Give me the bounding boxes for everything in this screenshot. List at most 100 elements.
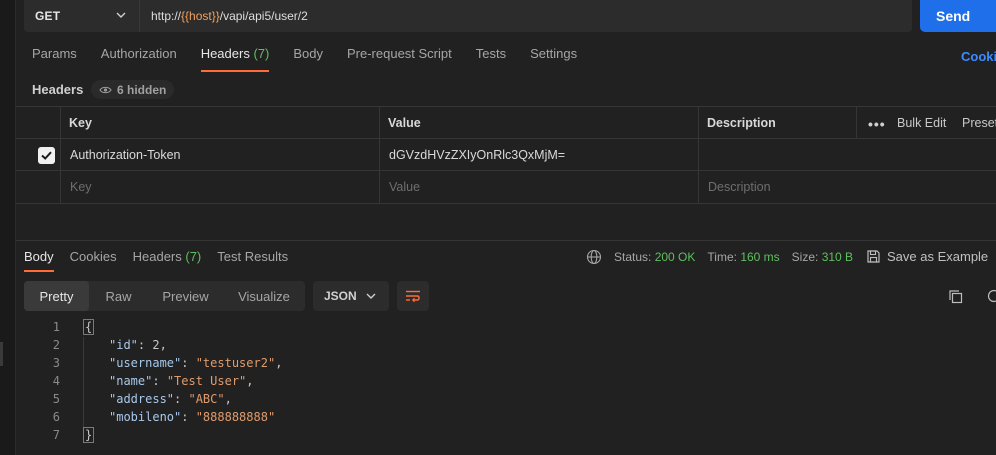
- json-comma: ,: [159, 338, 167, 352]
- json-separator: :: [181, 356, 196, 370]
- method-label: GET: [35, 9, 61, 23]
- tab-settings-label: Settings: [530, 46, 578, 61]
- cookies-link[interactable]: Cooki: [961, 49, 996, 64]
- copy-icon[interactable]: [948, 289, 964, 305]
- time-label: Time:: [707, 250, 737, 264]
- view-mode-toggle: Pretty Raw Preview Visualize: [24, 281, 305, 311]
- view-preview[interactable]: Preview: [148, 281, 223, 311]
- response-tab-body[interactable]: Body: [24, 249, 54, 272]
- line-number: 6: [52, 410, 60, 424]
- tab-headers-label: Headers: [200, 46, 250, 61]
- line-number: 5: [52, 392, 60, 406]
- header-value-cell[interactable]: dGVzdHVzZXIyOnRlc3QxMjM=: [389, 139, 565, 171]
- wrap-lines-button[interactable]: [397, 281, 429, 311]
- size-value: 310 B: [821, 250, 854, 264]
- value-placeholder-input[interactable]: Value: [389, 171, 420, 203]
- table-row: Authorization-Token dGVzdHVzZXIyOnRlc3Qx…: [16, 139, 996, 171]
- code-line: 1{: [24, 318, 95, 336]
- response-tabs: Body Cookies Headers (7) Test Results: [24, 249, 304, 272]
- line-number: 3: [52, 356, 60, 370]
- tab-authorization[interactable]: Authorization: [101, 46, 177, 70]
- gutter-marker: [0, 342, 3, 366]
- wrap-lines-icon: [406, 290, 420, 303]
- format-select[interactable]: JSON: [313, 281, 389, 311]
- view-visualize[interactable]: Visualize: [223, 281, 305, 311]
- tab-body-label: Body: [293, 46, 323, 61]
- json-key: "mobileno": [109, 410, 182, 424]
- response-divider: [16, 240, 996, 241]
- table-header-row: Key Value Description ••• Bulk Edit Pres…: [16, 107, 996, 139]
- status-value: 200 OK: [654, 250, 696, 264]
- url-input[interactable]: http://{{host}}/vapi/api5/user/2: [140, 0, 912, 32]
- response-tab-headers-label: Headers: [132, 249, 182, 264]
- json-comma: ,: [246, 374, 254, 388]
- status-label: Status:: [614, 250, 652, 264]
- code-line: 5 "address": "ABC",: [24, 390, 232, 408]
- json-value: "testuser2": [195, 356, 276, 370]
- json-key: "address": [109, 392, 175, 406]
- code-line: 4 "name": "Test User",: [24, 372, 254, 390]
- json-separator: :: [152, 374, 167, 388]
- code-line: 7}: [24, 426, 95, 444]
- format-select-label: JSON: [324, 289, 357, 303]
- line-number: 4: [52, 374, 60, 388]
- line-number: 2: [52, 338, 60, 352]
- globe-icon[interactable]: [586, 249, 602, 265]
- hidden-headers-toggle[interactable]: 6 hidden: [91, 80, 175, 99]
- checkmark-icon: [41, 151, 52, 160]
- more-options-icon[interactable]: •••: [868, 116, 886, 132]
- line-number: 1: [52, 320, 60, 334]
- tab-body[interactable]: Body: [293, 46, 323, 70]
- eye-icon: [99, 86, 112, 93]
- tab-tests-label: Tests: [475, 46, 507, 61]
- json-separator: :: [181, 410, 196, 424]
- tab-authorization-label: Authorization: [100, 46, 177, 61]
- time-value: 160 ms: [740, 250, 780, 264]
- presets-button[interactable]: Preset: [962, 107, 996, 139]
- tab-pre-request-script[interactable]: Pre-request Script: [347, 46, 452, 70]
- line-number: 7: [52, 428, 60, 442]
- tab-headers-count: (7): [253, 46, 270, 61]
- size-label: Size:: [791, 250, 819, 264]
- view-pretty[interactable]: Pretty: [24, 281, 89, 311]
- open-brace: {: [83, 319, 95, 335]
- code-line: 2 "id": 2,: [24, 336, 167, 354]
- tab-params[interactable]: Params: [32, 46, 77, 70]
- tab-settings[interactable]: Settings: [530, 46, 577, 70]
- method-select[interactable]: GET: [24, 0, 140, 32]
- json-value: 2: [152, 338, 160, 352]
- send-button[interactable]: Send: [920, 0, 996, 32]
- response-headers-count: (7): [185, 249, 202, 264]
- url-suffix: /vapi/api5/user/2: [219, 9, 308, 23]
- left-gutter: [0, 0, 16, 455]
- json-value: "Test User": [166, 374, 247, 388]
- tab-tests[interactable]: Tests: [476, 46, 506, 70]
- column-description-header: Description: [707, 116, 776, 130]
- row-enabled-checkbox[interactable]: [38, 147, 55, 164]
- json-key: "username": [109, 356, 182, 370]
- key-placeholder-input[interactable]: Key: [70, 171, 92, 203]
- save-as-example-label: Save as Example: [887, 249, 989, 264]
- url-variable: {{host}}: [181, 9, 220, 23]
- search-icon[interactable]: [986, 289, 996, 305]
- table-row-empty: Key Value Description: [16, 171, 996, 203]
- view-raw[interactable]: Raw: [89, 281, 148, 311]
- header-key-cell[interactable]: Authorization-Token: [70, 139, 180, 171]
- json-separator: :: [137, 338, 153, 352]
- description-placeholder-input[interactable]: Description: [708, 171, 771, 203]
- save-as-example-button[interactable]: Save as Example: [866, 249, 988, 264]
- json-comma: ,: [224, 392, 232, 406]
- response-tab-test-results[interactable]: Test Results: [217, 249, 288, 271]
- tab-headers[interactable]: Headers (7): [200, 46, 270, 72]
- tab-params-label: Params: [32, 46, 77, 61]
- response-tab-headers[interactable]: Headers (7): [133, 249, 202, 271]
- json-separator: :: [174, 392, 189, 406]
- json-value: "888888888": [195, 410, 276, 424]
- json-value: "ABC": [188, 392, 225, 406]
- json-comma: ,: [275, 356, 283, 370]
- tab-pre-request-label: Pre-request Script: [346, 46, 452, 61]
- response-tab-cookies[interactable]: Cookies: [70, 249, 117, 271]
- code-line: 3 "username": "testuser2",: [24, 354, 283, 372]
- bulk-edit-button[interactable]: Bulk Edit: [897, 107, 946, 139]
- chevron-down-icon: [116, 12, 126, 18]
